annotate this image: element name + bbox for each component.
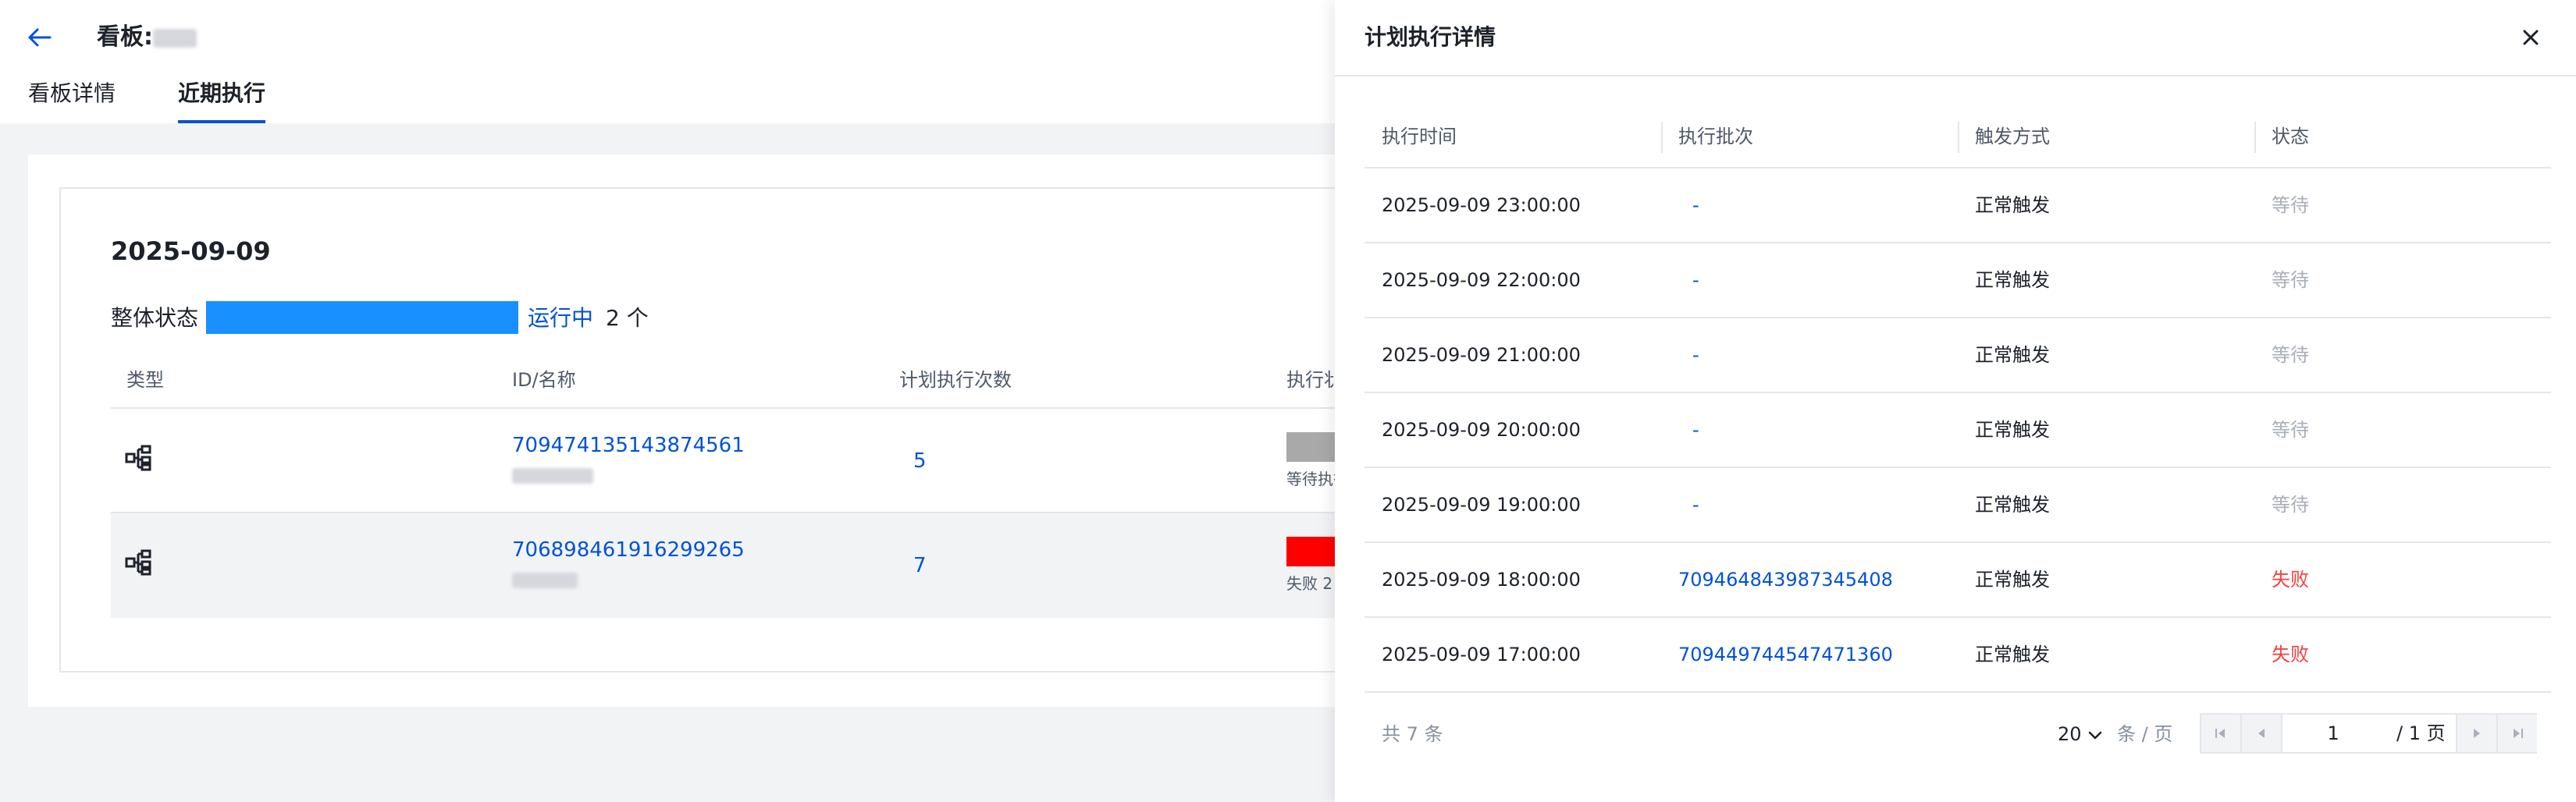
status-cell: 等待 bbox=[2272, 269, 2309, 291]
column-header-type: 类型 bbox=[126, 369, 164, 391]
status-cell: 等待 bbox=[2272, 419, 2309, 441]
first-page-button[interactable] bbox=[2201, 715, 2240, 752]
exec-batch-cell: - bbox=[1692, 419, 1699, 441]
exec-time-cell: 2025-09-09 23:00:00 bbox=[1382, 194, 1581, 216]
detail-table-header: 执行时间 执行批次 触发方式 状态 bbox=[1364, 108, 2551, 169]
back-arrow-icon[interactable] bbox=[23, 22, 55, 53]
trigger-cell: 正常触发 bbox=[1975, 344, 2050, 366]
column-header-plan-count: 计划执行次数 bbox=[899, 369, 1012, 391]
exec-time-cell: 2025-09-09 21:00:00 bbox=[1382, 344, 1581, 366]
chevron-down-icon[interactable] bbox=[2086, 726, 2105, 744]
exec-batch-cell: - bbox=[1692, 344, 1699, 366]
column-header-exec-status: 执行状态 bbox=[1286, 369, 1333, 391]
page-size-unit: 条 / 页 bbox=[2117, 723, 2173, 745]
drawer-header-divider bbox=[1335, 75, 2576, 76]
exec-status-bar bbox=[1286, 537, 1335, 566]
workflow-icon bbox=[125, 445, 151, 471]
detail-table-row: 2025-09-09 23:00:00 - 正常触发 等待 bbox=[1364, 169, 2551, 243]
last-page-button[interactable] bbox=[2498, 715, 2537, 752]
drawer-title: 计划执行详情 bbox=[1364, 24, 1496, 50]
table-row: 709474135143874561 5 等待执行 bbox=[111, 409, 1335, 513]
trigger-cell: 正常触发 bbox=[1975, 644, 2050, 665]
plan-count-link[interactable]: 5 bbox=[913, 448, 927, 474]
workflow-icon bbox=[125, 549, 151, 576]
status-cell: 等待 bbox=[2272, 194, 2309, 216]
exec-status-bar bbox=[1286, 432, 1335, 462]
exec-time-cell: 2025-09-09 17:00:00 bbox=[1382, 644, 1581, 665]
table-row: 706898461916299265 7 失败 2 bbox=[111, 513, 1335, 618]
prev-page-icon bbox=[2258, 729, 2265, 738]
active-tab-indicator bbox=[178, 120, 265, 123]
overall-status-value[interactable]: 运行中 bbox=[528, 303, 593, 334]
prev-page-button[interactable] bbox=[2242, 715, 2281, 752]
status-cell: 等待 bbox=[2272, 344, 2309, 366]
overall-status-label: 整体状态 bbox=[111, 305, 199, 331]
column-header-trigger: 触发方式 bbox=[1975, 126, 2050, 147]
status-cell: 失败 bbox=[2272, 644, 2309, 665]
exec-time-cell: 2025-09-09 19:00:00 bbox=[1382, 494, 1581, 516]
detail-table-row: 2025-09-09 20:00:00 - 正常触发 等待 bbox=[1364, 393, 2551, 468]
next-page-button[interactable] bbox=[2457, 715, 2496, 752]
pagination-control: / 1 页 bbox=[2200, 713, 2537, 754]
column-header-exec-batch: 执行批次 bbox=[1678, 126, 1753, 147]
overall-status-bar bbox=[206, 301, 518, 334]
redacted-task-name bbox=[512, 468, 593, 484]
trigger-cell: 正常触发 bbox=[1975, 194, 2050, 216]
trigger-cell: 正常触发 bbox=[1975, 419, 2050, 441]
detail-table-row: 2025-09-09 21:00:00 - 正常触发 等待 bbox=[1364, 318, 2551, 393]
exec-batch-link[interactable]: 709449744547471360 bbox=[1678, 641, 1893, 668]
tab-recent-executions[interactable]: 近期执行 bbox=[178, 78, 265, 109]
trigger-cell: 正常触发 bbox=[1975, 494, 2050, 516]
redacted-dashboard-name bbox=[153, 28, 197, 48]
plan-count-link[interactable]: 7 bbox=[913, 552, 927, 579]
total-count: 共 7 条 bbox=[1382, 723, 1443, 745]
first-page-icon bbox=[2215, 729, 2225, 738]
exec-batch-cell: - bbox=[1692, 494, 1699, 516]
task-id-link[interactable]: 706898461916299265 bbox=[512, 537, 745, 563]
exec-time-cell: 2025-09-09 22:00:00 bbox=[1382, 269, 1581, 291]
execution-date: 2025-09-09 bbox=[111, 236, 271, 266]
redacted-task-name bbox=[512, 573, 578, 588]
dashboard-page: 看板: 看板详情 近期执行 2025-09-09 整体状态 运行中 2 个 类型… bbox=[0, 0, 1340, 802]
column-header-status: 状态 bbox=[2272, 126, 2309, 147]
exec-status-text: 失败 2 bbox=[1286, 574, 1333, 593]
detail-table-row: 2025-09-09 22:00:00 - 正常触发 等待 bbox=[1364, 243, 2551, 318]
exec-batch-link[interactable]: 709464843987345408 bbox=[1678, 566, 1893, 593]
trigger-cell: 正常触发 bbox=[1975, 269, 2050, 291]
exec-time-cell: 2025-09-09 18:00:00 bbox=[1382, 569, 1581, 591]
detail-table-row: 2025-09-09 18:00:00 709464843987345408 正… bbox=[1364, 543, 2551, 618]
tab-dashboard-details[interactable]: 看板详情 bbox=[28, 78, 116, 109]
task-id-link[interactable]: 709474135143874561 bbox=[512, 432, 745, 459]
column-header-exec-time: 执行时间 bbox=[1382, 126, 1457, 147]
page-title: 看板: bbox=[97, 22, 197, 53]
overall-status-count: 2 个 bbox=[606, 305, 649, 331]
detail-table-row: 2025-09-09 17:00:00 709449744547471360 正… bbox=[1364, 618, 2551, 693]
exec-batch-cell: - bbox=[1692, 194, 1699, 216]
total-pages: / 1 页 bbox=[2396, 722, 2446, 744]
last-page-icon bbox=[2514, 729, 2523, 738]
exec-status-text: 等待执行 bbox=[1286, 470, 1335, 488]
detail-table-row: 2025-09-09 19:00:00 - 正常触发 等待 bbox=[1364, 468, 2551, 543]
exec-batch-cell: - bbox=[1692, 269, 1699, 291]
current-page-input[interactable] bbox=[2282, 715, 2384, 752]
exec-time-cell: 2025-09-09 20:00:00 bbox=[1382, 419, 1581, 441]
trigger-cell: 正常触发 bbox=[1975, 569, 2050, 591]
page-size-select[interactable]: 20 bbox=[2058, 721, 2082, 747]
status-cell: 等待 bbox=[2272, 494, 2309, 516]
next-page-icon bbox=[2474, 729, 2480, 738]
close-icon[interactable] bbox=[2517, 23, 2545, 51]
status-cell: 失败 bbox=[2272, 569, 2309, 591]
page-title-prefix: 看板: bbox=[97, 23, 153, 51]
column-header-id-name: ID/名称 bbox=[512, 369, 576, 391]
execution-detail-table: 执行时间 执行批次 触发方式 状态 2025-09-09 23:00:00 - … bbox=[1364, 108, 2551, 696]
